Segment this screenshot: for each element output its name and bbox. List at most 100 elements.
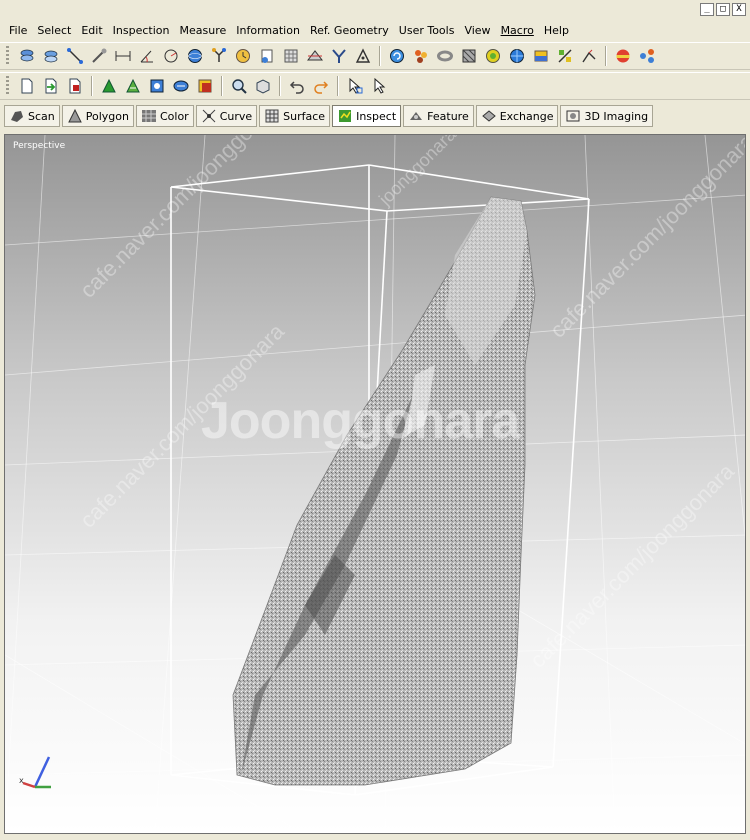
redo-button[interactable] <box>311 75 331 97</box>
particles-icon <box>415 50 427 63</box>
tab-3d-imaging[interactable]: 3D Imaging <box>560 105 654 127</box>
layers-remove-button[interactable] <box>41 45 61 67</box>
menu-macro[interactable]: Macro <box>496 24 539 37</box>
distance-button[interactable] <box>113 45 133 67</box>
exchange-icon <box>481 110 496 122</box>
torus-button[interactable] <box>435 45 455 67</box>
rotate-button[interactable] <box>387 45 407 67</box>
axis-triad-icon: x <box>19 756 51 789</box>
menu-help[interactable]: Help <box>539 24 574 37</box>
export-icon <box>69 78 81 94</box>
globe-button[interactable] <box>507 45 527 67</box>
export-button[interactable] <box>65 75 85 97</box>
toolbar-grip[interactable] <box>6 76 9 96</box>
menu-information[interactable]: Information <box>231 24 305 37</box>
target-button[interactable] <box>483 45 503 67</box>
particles-button[interactable] <box>411 45 431 67</box>
angle-button[interactable] <box>137 45 157 67</box>
macro-step-button[interactable] <box>123 75 143 97</box>
new-file-button[interactable] <box>17 75 37 97</box>
colormap-button[interactable] <box>531 45 551 67</box>
menu-view[interactable]: View <box>459 24 495 37</box>
mesh-button[interactable] <box>459 45 479 67</box>
tab-label: Exchange <box>499 109 554 123</box>
sphere-button[interactable] <box>185 45 205 67</box>
macro-edit-button[interactable] <box>171 75 191 97</box>
branch-button[interactable] <box>329 45 349 67</box>
tree-icon <box>212 48 226 62</box>
tab-label: Curve <box>219 109 253 123</box>
toolbar-separator <box>379 46 381 66</box>
menu-measure[interactable]: Measure <box>175 24 232 37</box>
tab-inspect[interactable]: Inspect <box>332 105 402 127</box>
tab-color[interactable]: Color <box>135 105 194 127</box>
clock-icon <box>236 49 250 63</box>
note-button[interactable] <box>257 45 277 67</box>
toolbar-file <box>0 72 750 100</box>
tab-surface[interactable]: Surface <box>259 105 331 127</box>
grid-button[interactable] <box>281 45 301 67</box>
color-grid-icon <box>141 110 156 122</box>
3d-viewport[interactable]: Perspective Joonggonara cafe.naver.com/j… <box>4 134 746 834</box>
zoom-fit-button[interactable] <box>229 75 249 97</box>
menu-inspection[interactable]: Inspection <box>108 24 175 37</box>
macro-run-button[interactable] <box>99 75 119 97</box>
menu-bar: File Select Edit Inspection Measure Info… <box>0 20 750 40</box>
radius-icon <box>164 49 178 63</box>
menu-select[interactable]: Select <box>32 24 76 37</box>
point-to-point-button[interactable] <box>65 45 85 67</box>
toolbar-grip[interactable] <box>6 46 9 66</box>
tab-label: Scan <box>28 109 55 123</box>
clock-button[interactable] <box>233 45 253 67</box>
pointer-button[interactable] <box>369 75 389 97</box>
tab-feature[interactable]: Feature <box>403 105 474 127</box>
menu-user-tools[interactable]: User Tools <box>394 24 460 37</box>
toolbar-separator <box>279 76 281 96</box>
compare-button[interactable] <box>555 45 575 67</box>
undo-button[interactable] <box>287 75 307 97</box>
mode-toolbar: Scan Polygon Color Curve Surface Inspect… <box>0 103 750 129</box>
macro-list-button[interactable] <box>195 75 215 97</box>
import-button[interactable] <box>41 75 61 97</box>
tree-button[interactable] <box>209 45 229 67</box>
macro-step-icon <box>126 78 140 93</box>
menu-file[interactable]: File <box>4 24 32 37</box>
minimize-button[interactable]: _ <box>700 3 714 16</box>
macro-edit-icon <box>173 80 189 92</box>
maximize-button[interactable]: □ <box>716 3 730 16</box>
section-button[interactable] <box>305 45 325 67</box>
triangle-icon <box>355 48 371 63</box>
probe-icon <box>92 48 107 63</box>
radius-button[interactable] <box>161 45 181 67</box>
tab-polygon[interactable]: Polygon <box>61 105 134 127</box>
grid-icon <box>284 49 298 63</box>
distance-icon <box>115 51 131 61</box>
feature-icon <box>410 112 423 120</box>
macro-record-button[interactable] <box>147 75 167 97</box>
triangle-button[interactable] <box>353 45 373 67</box>
inspect-icon <box>339 110 352 122</box>
menu-edit[interactable]: Edit <box>76 24 107 37</box>
tab-scan[interactable]: Scan <box>4 105 60 127</box>
select-mode-button[interactable] <box>345 75 365 97</box>
title-bar: _ □ X <box>0 0 750 20</box>
scanned-mesh[interactable] <box>232 196 536 786</box>
compare-icon <box>558 49 572 63</box>
probe-button[interactable] <box>89 45 109 67</box>
redo-icon <box>314 81 329 94</box>
note-icon <box>261 49 273 63</box>
colormap-icon <box>534 50 548 62</box>
view-box-button[interactable] <box>253 75 273 97</box>
sphere-icon <box>188 49 202 63</box>
toolbar-separator <box>91 76 93 96</box>
close-button[interactable]: X <box>732 3 746 16</box>
tab-curve[interactable]: Curve <box>195 105 258 127</box>
tab-exchange[interactable]: Exchange <box>475 105 559 127</box>
filter-button[interactable] <box>637 45 657 67</box>
globe-icon <box>510 49 524 63</box>
layers-add-button[interactable] <box>17 45 37 67</box>
deviation-button[interactable] <box>579 45 599 67</box>
menu-ref-geometry[interactable]: Ref. Geometry <box>305 24 394 37</box>
pointer-icon <box>374 77 386 94</box>
color-bar-button[interactable] <box>613 45 633 67</box>
